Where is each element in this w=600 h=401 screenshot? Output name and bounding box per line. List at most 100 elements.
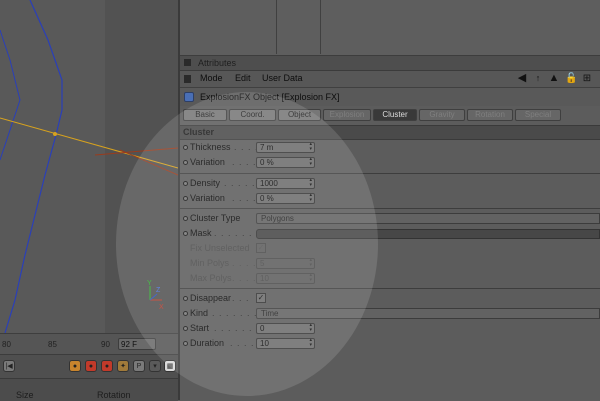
autokey-icon[interactable]: ● [101,360,113,372]
animate-dot-icon[interactable] [183,296,188,301]
variation-label: Variation [190,157,225,167]
local-axis-y [119,149,178,176]
tab-coord[interactable]: Coord. [229,109,276,121]
label-leader: . . . . [234,142,259,152]
attribute-tabs: Basic Coord. Object Explosion Cluster Gr… [183,109,561,121]
3d-viewport[interactable]: Y X Z [0,0,178,333]
axis-line [0,117,178,169]
menu-grip-icon[interactable] [184,75,191,83]
panel-grip-icon[interactable] [184,59,191,66]
cluster-type-dropdown[interactable]: Polygons [256,213,600,224]
column-divider [276,0,277,54]
density-field[interactable]: 1000 [256,178,315,189]
column-size: Size [16,390,34,400]
explosionfx-icon [184,92,194,102]
lock-icon[interactable]: 🔓 [565,72,577,85]
attributes-menubar: Mode Edit User Data ◀ ↑ ▲ 🔓 ⊞ [180,71,600,88]
viewport-canvas: Y X Z [0,0,178,333]
kind-row: Kind . . . . . . . . Time [180,307,600,321]
animate-dot-icon[interactable] [183,160,188,165]
position-key-icon[interactable]: P [133,360,145,372]
motion-mode-icon[interactable]: ▦ [164,360,176,372]
up-arrow-icon[interactable]: ↑ [532,72,544,85]
spline-curve-left [0,29,21,161]
max-polys-field[interactable]: 10 [256,273,315,284]
record-icon[interactable]: ● [69,360,81,372]
animate-dot-icon[interactable] [183,196,188,201]
section-title: Cluster [183,127,215,137]
duration-field[interactable]: 10 [256,338,315,349]
tab-gravity[interactable]: Gravity [419,109,465,121]
animate-dot-icon[interactable] [183,216,188,221]
tab-cluster[interactable]: Cluster [373,109,417,121]
density-variation-field[interactable]: 0 % [256,193,315,204]
local-axis-x [94,147,178,156]
label-leader: . . . . . . . [214,323,260,333]
fix-unselected-checkbox[interactable]: ✓ [256,243,266,253]
object-manager-panel [180,0,600,56]
new-panel-icon[interactable]: ⊞ [581,72,593,85]
column-rotation: Rotation [97,390,131,400]
animate-dot-icon[interactable] [183,181,188,186]
column-divider [320,0,321,54]
start-field[interactable]: 0 [256,323,315,334]
mask-label: Mask [190,228,212,238]
triangle-up-icon[interactable]: ▲ [548,72,560,85]
animate-dot-icon[interactable] [183,145,188,150]
go-to-start-icon[interactable]: |◀ [3,360,15,372]
tab-object[interactable]: Object [278,109,321,121]
attributes-titlebar: Attributes [180,56,600,71]
animate-dot-icon[interactable] [183,326,188,331]
menu-user-data[interactable]: User Data [262,73,303,83]
tab-rotation[interactable]: Rotation [467,109,513,121]
animate-dot-icon[interactable] [183,311,188,316]
menu-mode[interactable]: Mode [200,73,223,83]
start-label: Start [190,323,210,333]
thickness-variation-field[interactable]: 0 % [256,157,315,168]
label-leader: . . . . [232,157,257,167]
parameter-key-icon[interactable]: ▾ [149,360,161,372]
animate-dot-icon[interactable] [183,231,188,236]
timeline-tick: 90 [101,340,110,349]
timeline-tick: 85 [48,340,57,349]
disappear-row: Disappear . . . ✓ [180,292,600,306]
tab-explosion[interactable]: Explosion [323,109,371,121]
density-variation-row: Variation . . . . 0 % [180,192,600,206]
density-row: Density . . . . . . 1000 [180,177,600,191]
menu-edit[interactable]: Edit [235,73,251,83]
mask-row: Mask . . . . . . . . [180,227,600,241]
svg-text:X: X [159,304,164,311]
thickness-field[interactable]: 7 m [256,142,315,153]
keyframe-selection-icon[interactable]: ✦ [117,360,129,372]
variation-label: Variation [190,193,225,203]
object-title: ExplosionFX Object [Explosion FX] [200,92,340,102]
fix-unselected-row: Fix Unselected ✓ [180,242,600,256]
label-leader: . . . . [232,193,257,203]
label-leader: . . . [232,293,250,303]
min-polys-field[interactable]: 5 [256,258,315,269]
duration-label: Duration [190,338,225,348]
back-arrow-icon[interactable]: ◀ [516,72,528,85]
animate-dot-icon[interactable] [183,341,188,346]
density-label: Density [190,178,221,188]
kind-dropdown[interactable]: Time [256,308,600,319]
tab-special[interactable]: Special [515,109,561,121]
min-polys-row: Min Polys . . . . 5 [180,257,600,271]
kind-label: Kind [190,308,209,318]
label-leader: . . . . [232,258,257,268]
thickness-row: Thickness . . . . 7 m [180,141,600,155]
mask-link-field[interactable] [256,229,600,239]
group-separator [180,288,600,289]
transport-controls: |◀ ● ● ● ✦ P ▾ ▦ [0,354,178,379]
label-leader: . . . . [232,273,257,283]
thickness-label: Thickness [190,142,231,152]
disappear-checkbox[interactable]: ✓ [256,293,266,303]
object-pivot [53,132,57,136]
tab-basic[interactable]: Basic [183,109,227,121]
end-frame-field[interactable]: 92 F [118,338,156,350]
axis-gizmo: Y X Z [147,280,164,311]
svg-text:Y: Y [147,280,152,287]
disappear-label: Disappear [190,293,232,303]
group-separator [180,208,600,209]
record-active-icon[interactable]: ● [85,360,97,372]
